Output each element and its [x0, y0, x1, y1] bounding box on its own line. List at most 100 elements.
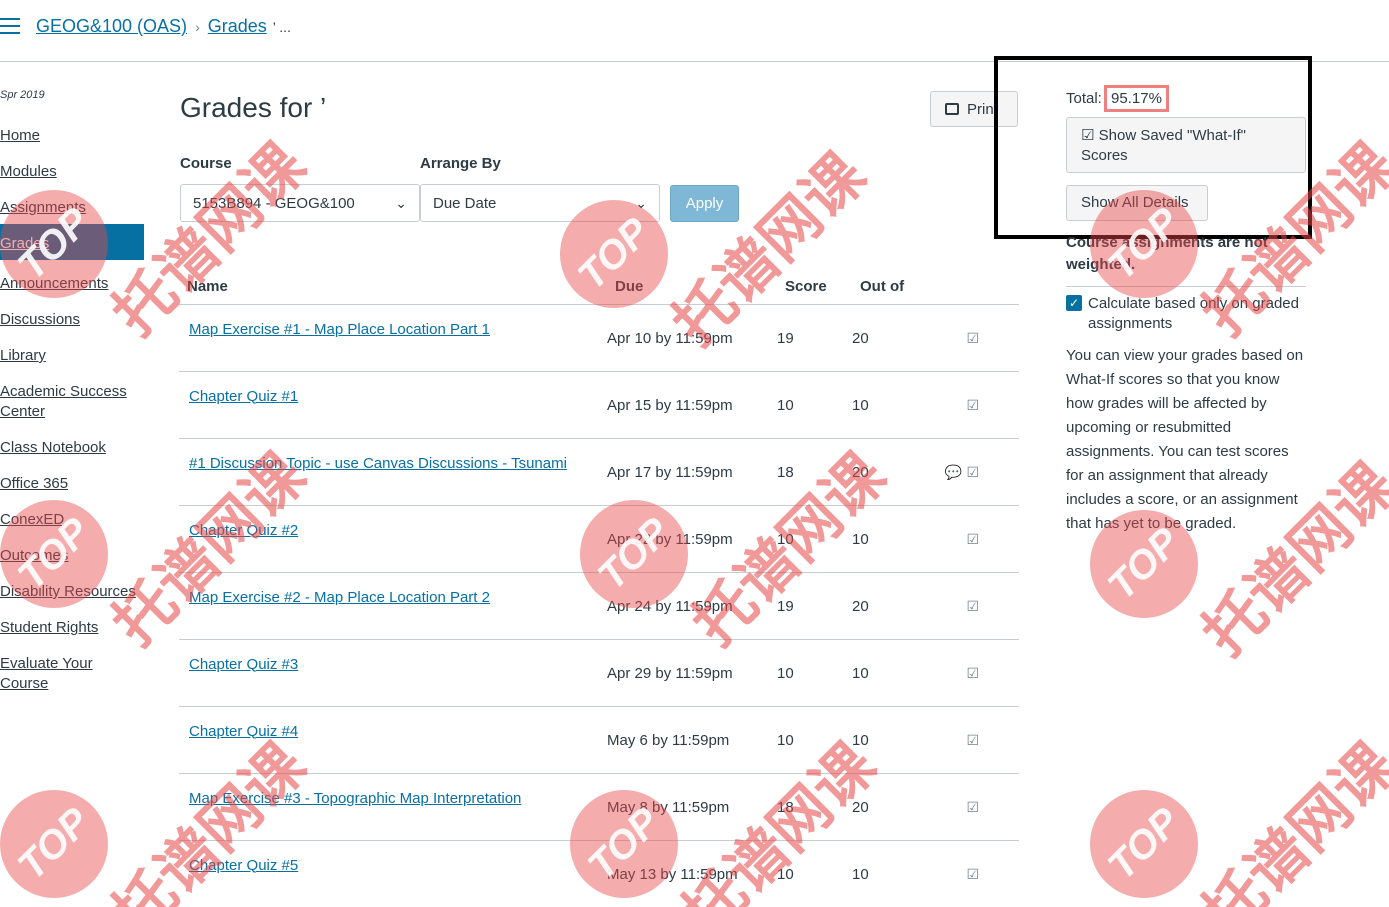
sidebar-item-academic-success-center[interactable]: Academic Success Center — [0, 380, 144, 424]
sidebar-item-office-365[interactable]: Office 365 — [0, 472, 144, 496]
assignment-name-cell: #1 Discussion Topic - use Canvas Discuss… — [179, 438, 607, 506]
assignment-name-cell: Map Exercise #1 - Map Place Location Par… — [179, 304, 607, 372]
sidebar-item-announcements[interactable]: Announcements — [0, 272, 144, 296]
score-cell[interactable]: 10 — [777, 706, 852, 774]
sidebar-item-grades[interactable]: Grades — [0, 224, 144, 260]
chevron-down-icon: ⌄ — [635, 194, 647, 211]
due-date-cell: Apr 22 by 11:59pm — [607, 505, 777, 573]
grades-table: Name Due Score Out of Map Exercise #1 - … — [179, 270, 1019, 907]
chevron-down-icon: ⌄ — [395, 194, 407, 211]
sidebar-item-disability-resources[interactable]: Disability Resources — [0, 580, 144, 604]
row-actions-cell: ☑ — [932, 706, 1019, 774]
score-cell[interactable]: 10 — [777, 505, 852, 573]
sidebar-item-home[interactable]: Home — [0, 124, 144, 148]
assignment-name-cell: Chapter Quiz #2 — [179, 505, 607, 573]
row-actions-cell: ☑ — [932, 572, 1019, 640]
score-cell[interactable]: 19 — [777, 572, 852, 640]
rubric-icon[interactable]: ☑ — [966, 330, 979, 347]
assignment-link[interactable]: Map Exercise #1 - Map Place Location Par… — [189, 321, 490, 338]
sidebar-item-library[interactable]: Library — [0, 344, 144, 368]
assignment-name-cell: Map Exercise #3 - Topographic Map Interp… — [179, 773, 607, 841]
due-date-cell: May 13 by 11:59pm — [607, 840, 777, 907]
sidebar-item-student-rights[interactable]: Student Rights — [0, 616, 144, 640]
breadcrumb: GEOG&100 (OAS) › Grades ’ ... — [36, 16, 291, 37]
score-cell[interactable]: 18 — [777, 438, 852, 506]
rubric-icon[interactable]: ☑ — [966, 799, 979, 816]
assignment-name-cell: Map Exercise #2 - Map Place Location Par… — [179, 572, 607, 640]
due-date-cell: Apr 10 by 11:59pm — [607, 304, 777, 372]
table-row: Chapter Quiz #3 Apr 29 by 11:59pm 10 10 ☑ — [179, 639, 1019, 707]
assignment-name-cell: Chapter Quiz #1 — [179, 371, 607, 439]
course-nav: Home Modules Assignments Grades Announcement… — [0, 124, 144, 708]
arrange-by-select[interactable]: Due Date ⌄ — [420, 184, 660, 222]
course-select[interactable]: 5153B894 - GEOG&100 ⌄ — [180, 184, 420, 222]
breadcrumb-separator-icon: › — [195, 18, 200, 35]
assignment-link[interactable]: Chapter Quiz #1 — [189, 388, 298, 405]
watermark-text: 托谱网课 — [1189, 730, 1389, 907]
rubric-icon[interactable]: ☑ — [966, 866, 979, 883]
rubric-icon[interactable]: ☑ — [966, 531, 979, 548]
term-label: Spr 2019 — [0, 89, 45, 101]
breadcrumb-course-link[interactable]: GEOG&100 (OAS) — [36, 16, 187, 37]
sidebar-item-class-notebook[interactable]: Class Notebook — [0, 436, 144, 460]
due-date-cell: Apr 24 by 11:59pm — [607, 572, 777, 640]
sidebar-item-assignments[interactable]: Assignments — [0, 196, 144, 220]
assignment-name-cell: Chapter Quiz #5 — [179, 840, 607, 907]
out-of-cell: 10 — [852, 706, 932, 774]
out-of-cell: 10 — [852, 371, 932, 439]
sidebar-item-modules[interactable]: Modules — [0, 160, 144, 184]
sidebar-item-evaluate-your-course[interactable]: Evaluate Your Course — [0, 652, 144, 696]
rubric-icon[interactable]: ☑ — [966, 732, 979, 749]
checkbox-checked-icon[interactable]: ✓ — [1066, 295, 1082, 311]
watermark-badge: TOP — [0, 767, 131, 907]
row-actions-cell: 💬 ☑ — [932, 438, 1019, 506]
row-actions-cell: ☑ — [932, 639, 1019, 707]
page-title: Grades for ’ — [180, 92, 327, 123]
rubric-icon[interactable]: ☑ — [966, 665, 979, 682]
assignment-link[interactable]: Chapter Quiz #4 — [189, 723, 298, 740]
graded-only-checkbox-row[interactable]: ✓ Calculate based only on graded assignm… — [1066, 294, 1306, 334]
out-of-cell: 20 — [852, 438, 932, 506]
rubric-icon[interactable]: ☑ — [966, 598, 979, 615]
table-row: #1 Discussion Topic - use Canvas Discuss… — [179, 438, 1019, 506]
column-header-name[interactable]: Name — [179, 270, 607, 305]
score-cell[interactable]: 10 — [777, 840, 852, 907]
assignment-link[interactable]: Chapter Quiz #2 — [189, 522, 298, 539]
row-actions-cell: ☑ — [932, 773, 1019, 841]
menu-hamburger-icon[interactable] — [0, 18, 20, 36]
sidebar-item-discussions[interactable]: Discussions — [0, 308, 144, 332]
assignment-link[interactable]: #1 Discussion Topic - use Canvas Discuss… — [189, 455, 567, 472]
comment-icon[interactable]: 💬 — [945, 464, 962, 481]
apply-button[interactable]: Apply — [670, 185, 739, 222]
table-header-row: Name Due Score Out of — [179, 270, 1019, 305]
score-cell[interactable]: 10 — [777, 371, 852, 439]
table-row: Map Exercise #1 - Map Place Location Par… — [179, 304, 1019, 372]
column-header-actions — [932, 270, 1019, 305]
score-cell[interactable]: 18 — [777, 773, 852, 841]
rubric-icon[interactable]: ☑ — [966, 397, 979, 414]
breadcrumb-grades-link[interactable]: Grades — [208, 16, 267, 37]
highlight-box — [994, 56, 1312, 239]
sidebar-item-outcomes[interactable]: Outcomes — [0, 544, 144, 568]
assignment-name-cell: Chapter Quiz #4 — [179, 706, 607, 774]
assignment-link[interactable]: Chapter Quiz #5 — [189, 857, 298, 874]
assignment-link[interactable]: Chapter Quiz #3 — [189, 656, 298, 673]
top-bar: GEOG&100 (OAS) › Grades ’ ... — [0, 0, 1389, 62]
table-row: Map Exercise #3 - Topographic Map Interp… — [179, 773, 1019, 841]
row-actions-cell: ☑ — [932, 304, 1019, 372]
breadcrumb-current: ’ ... — [272, 18, 291, 35]
due-date-cell: May 6 by 11:59pm — [607, 706, 777, 774]
assignment-link[interactable]: Map Exercise #2 - Map Place Location Par… — [189, 589, 490, 606]
column-header-score[interactable]: Score — [777, 270, 852, 305]
checkbox-label: Calculate based only on graded assignmen… — [1088, 295, 1299, 332]
weighting-note: Course assignments are not weighted. — [1066, 232, 1306, 287]
out-of-cell: 10 — [852, 505, 932, 573]
score-cell[interactable]: 10 — [777, 639, 852, 707]
sidebar-item-conexed[interactable]: ConexED — [0, 508, 144, 532]
score-cell[interactable]: 19 — [777, 304, 852, 372]
rubric-icon[interactable]: ☑ — [966, 464, 979, 481]
table-row: Chapter Quiz #5 May 13 by 11:59pm 10 10 ☑ — [179, 840, 1019, 907]
column-header-out-of[interactable]: Out of — [852, 270, 932, 305]
assignment-link[interactable]: Map Exercise #3 - Topographic Map Interp… — [189, 790, 521, 807]
column-header-due[interactable]: Due — [607, 270, 777, 305]
